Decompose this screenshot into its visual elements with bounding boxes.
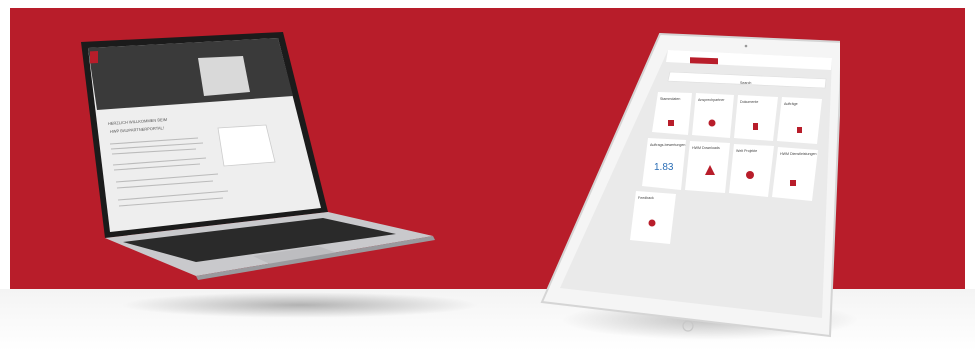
- screen-login-box: [217, 124, 276, 167]
- product-hero-image: HERZLICH WILLKOMMEN BEIM HWP BAUPARTNERP…: [0, 0, 975, 351]
- contacts-icon: [708, 119, 716, 127]
- tile-label-ansprechpartner: Ansprechpartner: [698, 98, 725, 102]
- tile-label-hwm-dienstleistungen: HWM Dienstleistungen: [780, 152, 817, 156]
- tablet-device: Search Stammdaten Ansprechpartner Dokume…: [540, 20, 844, 350]
- location-icon: [746, 171, 754, 179]
- tablet-search-placeholder: Search: [740, 81, 751, 85]
- front-camera: [744, 44, 748, 48]
- tile-label-welt-projekte: Welt Projekte: [736, 149, 757, 153]
- home-button[interactable]: [682, 320, 694, 332]
- tablet-app-logo: [690, 57, 718, 65]
- tile-label-auftragsbewertungen: Auftrags-bewertungen: [650, 143, 685, 147]
- tile-label-stammdaten: Stammdaten: [660, 97, 680, 101]
- tile-label-auftraege: Aufträge: [784, 102, 798, 106]
- laptop-illustration: HERZLICH WILLKOMMEN BEIM HWP BAUPARTNERP…: [81, 32, 435, 280]
- orders-icon: [797, 127, 802, 133]
- services-icon: [790, 180, 796, 186]
- document-icon: [753, 123, 758, 130]
- laptop-device: HERZLICH WILLKOMMEN BEIM HWP BAUPARTNERP…: [78, 30, 438, 280]
- tile-label-feedback: Feedback: [638, 196, 654, 200]
- feedback-icon: [648, 219, 656, 227]
- laptop-shadow: [120, 292, 480, 318]
- hero-tablet-thumbnail: [198, 56, 250, 96]
- tablet-illustration: Search Stammdaten Ansprechpartner Dokume…: [540, 32, 844, 338]
- stammdaten-icon: [668, 120, 674, 126]
- hwp-logo: [90, 50, 98, 64]
- tile-label-hwm-downloads: HWM Downloads: [692, 146, 720, 150]
- tile-label-dokumente: Dokumente: [740, 100, 758, 104]
- kpi-value: 1.83: [654, 162, 674, 173]
